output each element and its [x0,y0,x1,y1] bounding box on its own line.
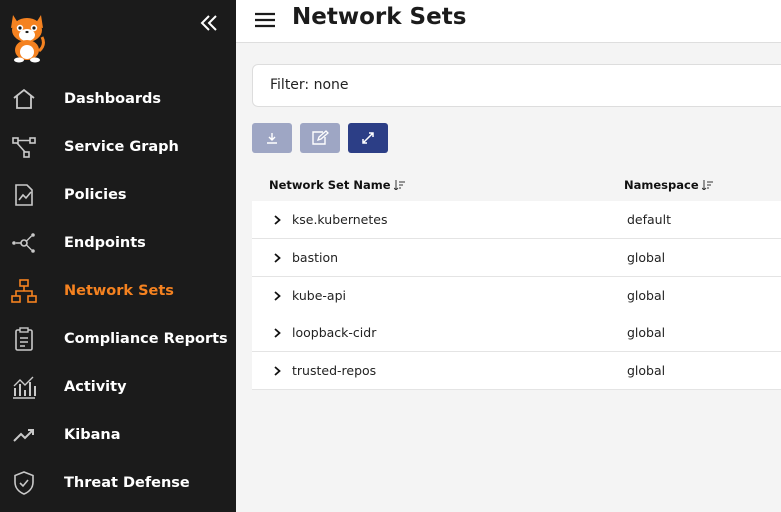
namespace-cell: global [627,288,666,303]
sidebar-item-label: Compliance Reports [64,331,228,347]
sidebar-item-label: Endpoints [64,235,146,251]
sidebar: Dashboards Service Graph Policies Endpoi… [0,0,236,512]
edit-button[interactable] [300,123,340,153]
sidebar-item-activity[interactable]: Activity [0,365,236,409]
namespace-cell: global [627,250,666,265]
chevron-right-icon[interactable] [273,215,282,225]
sidebar-item-compliance-reports[interactable]: Compliance Reports [0,317,236,361]
sidebar-item-label: Dashboards [64,91,162,107]
column-header-network-set-name[interactable]: Network Set Name [269,178,405,192]
column-header-label: Network Set Name [269,178,391,192]
network-set-name-cell: kube-api [292,288,346,303]
sort-icon [393,180,405,190]
chevron-right-icon[interactable] [273,366,282,376]
sidebar-item-service-graph[interactable]: Service Graph [0,125,236,169]
clipboard-icon [15,327,33,351]
sidebar-item-kibana[interactable]: Kibana [0,413,236,457]
column-header-label: Namespace [624,178,699,192]
table-row[interactable]: loopback-cidr global [252,314,781,352]
expand-icon [362,132,374,144]
chevron-right-icon[interactable] [273,291,282,301]
sidebar-item-label: Network Sets [64,283,174,299]
table-row[interactable]: kse.kubernetes default [252,201,781,239]
sidebar-item-label: Service Graph [64,139,179,155]
namespace-cell: global [627,363,666,378]
sidebar-item-network-sets[interactable]: Network Sets [0,269,236,313]
network-set-name-cell: trusted-repos [292,363,377,378]
sidebar-item-label: Activity [64,379,127,395]
cat-logo-icon [11,15,45,63]
sidebar-item-dashboards[interactable]: Dashboards [0,77,236,121]
sidebar-item-threat-defense[interactable]: Threat Defense [0,461,236,505]
hamburger-menu-icon[interactable] [254,10,276,30]
network-set-name-cell: loopback-cidr [292,325,377,340]
collapse-sidebar-icon[interactable] [198,12,220,34]
home-icon [13,88,35,109]
expand-button[interactable] [348,123,388,153]
policies-icon [15,184,33,206]
kibana-icon [13,429,34,442]
namespace-cell: default [627,212,671,227]
download-button[interactable] [252,123,292,153]
filter-label: Filter: none [270,77,349,93]
download-icon [267,133,277,144]
sidebar-item-label: Policies [64,187,127,203]
network-set-name-cell: bastion [292,250,339,265]
filter-bar[interactable]: Filter: none [252,64,781,107]
edit-icon [312,130,329,145]
service-graph-icon [12,137,36,158]
sort-icon [701,180,713,190]
sidebar-item-endpoints[interactable]: Endpoints [0,221,236,265]
activity-icon [13,376,36,399]
table-row[interactable]: kube-api global [252,277,781,315]
network-set-name-cell: kse.kubernetes [292,212,388,227]
table-row[interactable]: trusted-repos global [252,352,781,390]
page-header: Network Sets [236,0,781,43]
table-row[interactable]: bastion global [252,239,781,277]
network-sets-icon [11,279,37,303]
endpoints-icon [12,233,35,253]
chevron-right-icon[interactable] [273,328,282,338]
sidebar-item-label: Threat Defense [64,475,190,491]
chevron-right-icon[interactable] [273,253,282,263]
sidebar-item-policies[interactable]: Policies [0,173,236,217]
shield-icon [14,471,34,495]
column-header-namespace[interactable]: Namespace [624,178,713,192]
namespace-cell: global [627,325,666,340]
sidebar-item-label: Kibana [64,427,121,443]
page-title: Network Sets [292,4,467,30]
